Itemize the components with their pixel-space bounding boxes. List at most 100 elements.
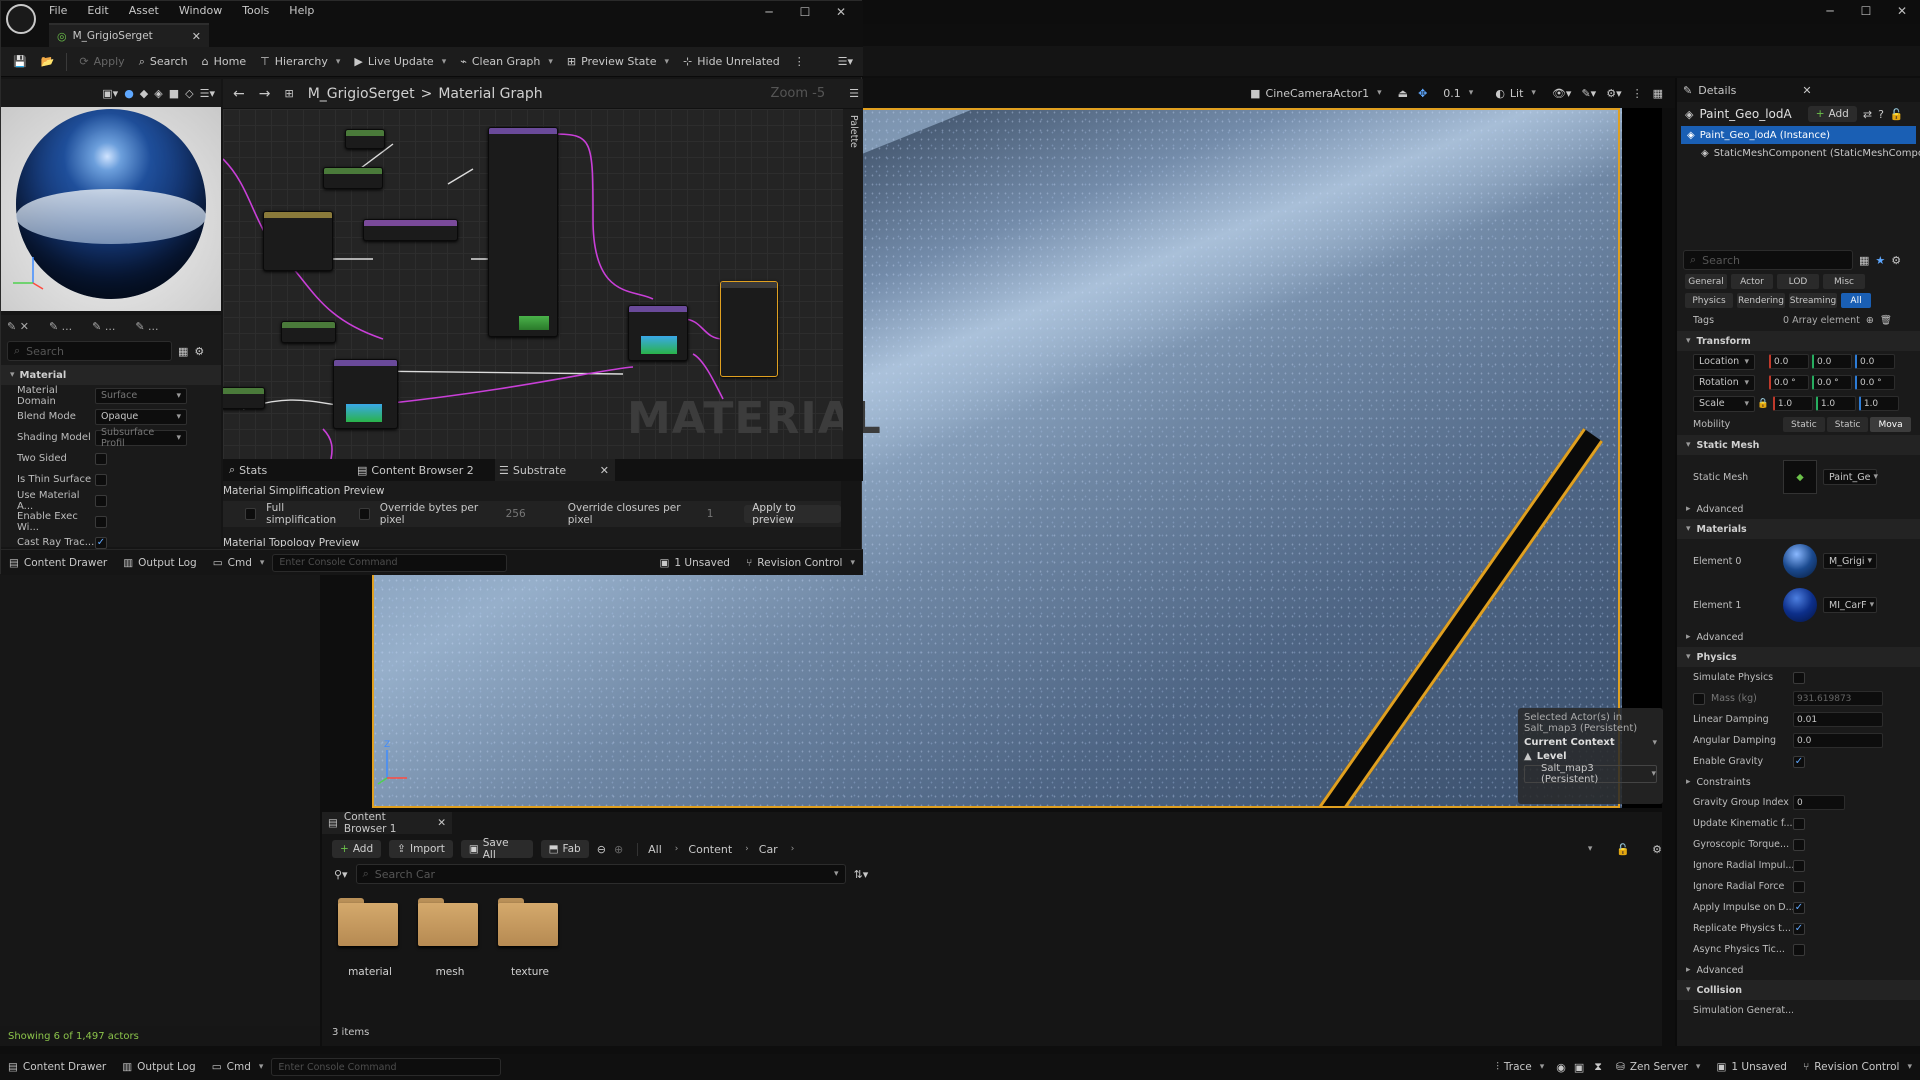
- content-browser-tab[interactable]: ▤ Content Browser 1 ✕: [322, 811, 452, 835]
- settings-icon[interactable]: ⚙: [1652, 843, 1662, 856]
- breadcrumb-material[interactable]: M_GrigioSerget: [308, 86, 415, 102]
- apply-button[interactable]: ⟳ Apply: [73, 51, 130, 73]
- location-x[interactable]: 0.0: [1769, 354, 1809, 369]
- graph-node-substrate-transmittance[interactable]: [363, 219, 458, 241]
- sort-icon[interactable]: ⇅▾: [854, 868, 869, 881]
- show-icon[interactable]: 👁▾: [1552, 87, 1572, 100]
- use-material-attributes-checkbox[interactable]: [95, 494, 107, 507]
- add-button[interactable]: + Add: [332, 840, 382, 858]
- simulate-physics-checkbox[interactable]: [1793, 671, 1805, 684]
- material-document-tab[interactable]: ◎ M_GrigioSerget ✕: [49, 23, 209, 47]
- settings-icon[interactable]: ⚙: [194, 345, 204, 358]
- shading-model-dropdown[interactable]: Subsurface Profil ▾: [95, 427, 187, 449]
- browse-icon[interactable]: 📂: [35, 55, 61, 68]
- hide-unrelated-button[interactable]: ⊹ Hide Unrelated: [677, 51, 786, 73]
- filter-all[interactable]: All: [1841, 293, 1871, 308]
- forward-icon[interactable]: →: [259, 86, 271, 102]
- minimize-icon[interactable]: ─: [751, 1, 787, 23]
- home-button[interactable]: ⌂ Home: [196, 51, 252, 73]
- settings-icon[interactable]: ⚙▾: [1606, 87, 1621, 100]
- component-instance[interactable]: ◈ Paint_Geo_lodA (Instance): [1681, 126, 1916, 144]
- unsaved-button[interactable]: ▣ 1 Unsaved: [651, 550, 738, 576]
- filter-lod[interactable]: LOD: [1777, 274, 1819, 289]
- close-tab-icon[interactable]: ✕: [1802, 84, 1811, 97]
- hamburger-icon[interactable]: ☰▾: [838, 55, 853, 68]
- hamburger-icon[interactable]: ☰: [849, 87, 859, 100]
- edit-icon[interactable]: ✎ ✕: [7, 320, 29, 333]
- details-search-input[interactable]: ⌕ Search: [7, 341, 172, 361]
- graph-node-vector[interactable]: [263, 211, 333, 271]
- blend-mode-dropdown[interactable]: Opaque ▾: [95, 408, 187, 425]
- graph-node-scalar-3[interactable]: [281, 321, 336, 343]
- graph-node-scalar-2[interactable]: [323, 167, 383, 189]
- scale-dropdown[interactable]: Scale ▾: [1693, 395, 1755, 412]
- filter-icon[interactable]: ⚲▾: [334, 868, 348, 881]
- menu-edit[interactable]: Edit: [87, 4, 108, 17]
- view-options-icon[interactable]: ▣▾: [102, 87, 118, 100]
- closures-per-pixel-field[interactable]: 1: [707, 508, 734, 520]
- cmd-selector[interactable]: ▭ Cmd ▾: [205, 550, 273, 576]
- add-element-icon[interactable]: ⊕: [1866, 315, 1874, 326]
- revision-control-button[interactable]: ⑂ Revision Control ▾: [1795, 1054, 1920, 1080]
- help-icon[interactable]: ?: [1878, 108, 1884, 121]
- settings-icon[interactable]: ⚙: [1891, 254, 1901, 267]
- revision-control-button[interactable]: ⑂ Revision Control ▾: [738, 550, 863, 576]
- apply-impulse-checkbox[interactable]: ✓: [1793, 901, 1805, 914]
- maximize-icon[interactable]: ☐: [1848, 0, 1884, 22]
- graph-node-vertical-layer-1[interactable]: [333, 359, 398, 429]
- content-drawer-button[interactable]: ▤ Content Drawer: [1, 550, 115, 576]
- full-simplification-checkbox[interactable]: [245, 508, 257, 520]
- mesh-icon[interactable]: ◇: [185, 87, 193, 100]
- zen-server-button[interactable]: ⛁ Zen Server ▾: [1608, 1054, 1708, 1080]
- close-tab-icon[interactable]: ✕: [437, 817, 446, 829]
- ignore-radial-impulse-checkbox[interactable]: [1793, 859, 1805, 872]
- mass-override-checkbox[interactable]: [1693, 692, 1705, 705]
- star-icon[interactable]: ★: [1875, 254, 1885, 267]
- save-all-button[interactable]: ▣ Save All: [460, 837, 533, 861]
- scale-snap[interactable]: 0.1 ▾: [1437, 82, 1479, 104]
- save-icon[interactable]: 💾: [7, 55, 33, 68]
- apply-to-preview-button[interactable]: Apply to preview: [744, 502, 842, 526]
- clean-graph-button[interactable]: ⌁ Clean Graph ▾: [454, 51, 559, 73]
- import-button[interactable]: ⇪ Import: [389, 840, 453, 858]
- output-log-button[interactable]: ▥ Output Log: [114, 1054, 204, 1080]
- history-back-icon[interactable]: ⊖: [597, 843, 606, 856]
- material-thumbnail-0[interactable]: [1783, 544, 1817, 578]
- lit-mode[interactable]: ◐ Lit ▾: [1489, 82, 1542, 104]
- graph-node-vertical-layer-2[interactable]: [628, 305, 688, 361]
- filter-actor[interactable]: Actor: [1731, 274, 1773, 289]
- folder-mesh[interactable]: [418, 898, 482, 948]
- rotation-y[interactable]: 0.0 °: [1812, 375, 1852, 390]
- graph-node-substrate-slab[interactable]: [488, 127, 558, 337]
- rotation-x[interactable]: 0.0 °: [1769, 375, 1809, 390]
- filter-misc[interactable]: Misc: [1823, 274, 1865, 289]
- folder-texture[interactable]: [498, 898, 562, 948]
- linear-damping-field[interactable]: 0.01: [1793, 712, 1883, 727]
- transform-icon[interactable]: ✥: [1418, 87, 1427, 100]
- menu-file[interactable]: File: [49, 4, 67, 17]
- angular-damping-field[interactable]: 0.0: [1793, 733, 1883, 748]
- close-icon[interactable]: ✕: [823, 1, 859, 23]
- level-selector[interactable]: Salt_map3 (Persistent) ▾: [1524, 763, 1657, 785]
- thin-surface-checkbox[interactable]: [95, 473, 107, 486]
- filter-physics[interactable]: Physics: [1685, 293, 1733, 308]
- breadcrumb-content[interactable]: Content: [688, 843, 732, 856]
- breadcrumb-all[interactable]: All: [648, 843, 662, 856]
- edit-icon-3[interactable]: ✎ ...: [92, 320, 115, 333]
- minimize-icon[interactable]: ─: [1812, 0, 1848, 22]
- hourglass-icon[interactable]: ⧗: [1588, 1060, 1608, 1074]
- camera-icon[interactable]: ▣: [1570, 1061, 1588, 1074]
- cmd-selector[interactable]: ▭ Cmd ▾: [204, 1054, 272, 1080]
- content-search-input[interactable]: ⌕ Search Car ▾: [355, 864, 846, 884]
- element0-dropdown[interactable]: M_Grigi ▾: [1823, 553, 1877, 569]
- mesh-thumbnail[interactable]: ◆: [1783, 460, 1817, 494]
- cylinder-icon[interactable]: ◆: [140, 87, 148, 100]
- grid-icon[interactable]: ▦: [1859, 254, 1869, 267]
- menu-tools[interactable]: Tools: [242, 4, 269, 17]
- gravity-group-field[interactable]: 0: [1793, 795, 1845, 810]
- mobility-static[interactable]: Static: [1783, 417, 1825, 432]
- override-bytes-checkbox[interactable]: [358, 508, 370, 520]
- tab-content-browser-2[interactable]: ▤ Content Browser 2: [357, 464, 477, 477]
- gyroscopic-checkbox[interactable]: [1793, 838, 1805, 851]
- section-material[interactable]: ▾ Material: [1, 365, 221, 385]
